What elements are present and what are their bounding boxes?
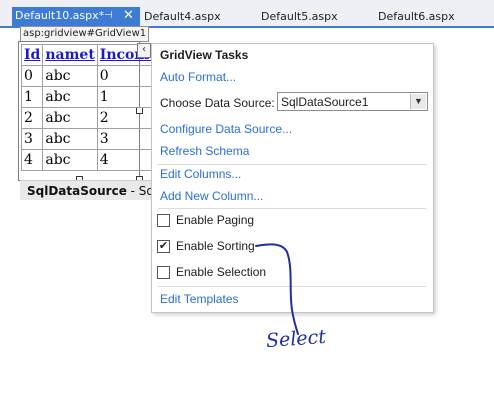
handwritten-arrow-stroke [255,243,299,335]
handwritten-select-note: Select [265,325,327,353]
